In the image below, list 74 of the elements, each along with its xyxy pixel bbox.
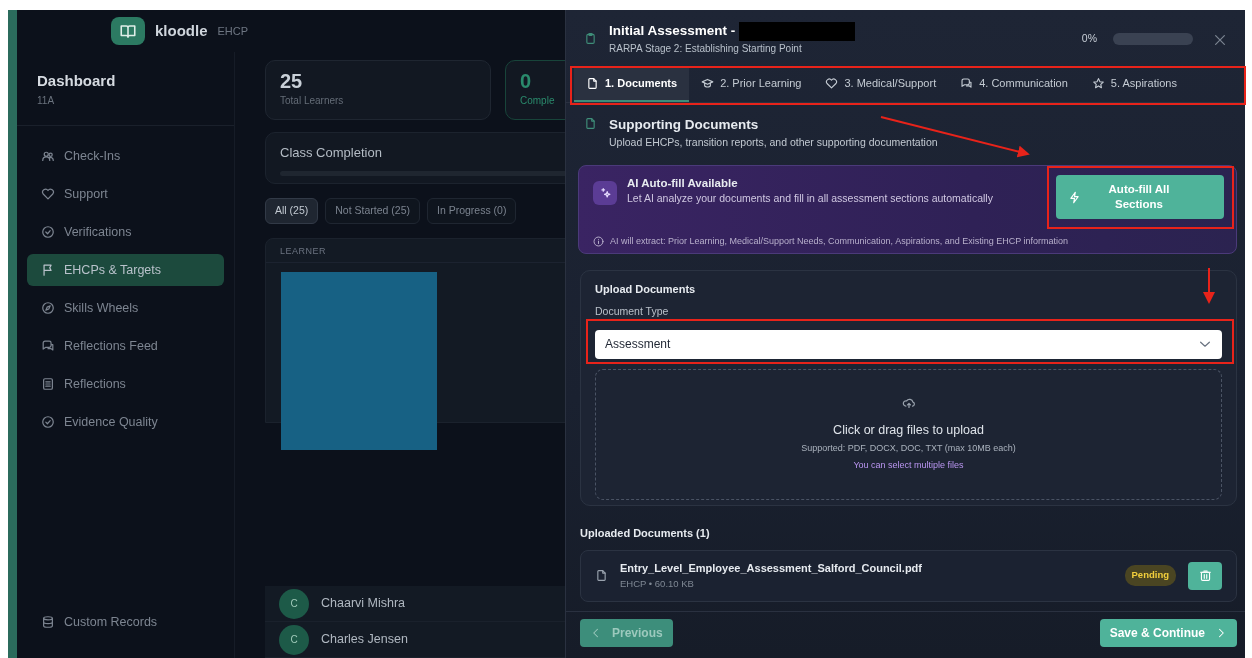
lightning-icon	[1068, 190, 1081, 204]
trash-icon	[1198, 569, 1212, 582]
file-name: Entry_Level_Employee_Assessment_Salford_Council.pdf	[620, 561, 922, 577]
book-icon	[119, 22, 137, 40]
heart-icon	[41, 187, 55, 201]
drop-hint: You can select multiple files	[853, 458, 964, 472]
modal-title: Initial Assessment -	[609, 22, 736, 38]
graduation-cap-icon	[701, 77, 715, 90]
learner-name: Chaarvi Mishra	[321, 595, 406, 613]
modal-subtitle: RARPA Stage 2: Establishing Starting Point	[609, 42, 803, 57]
status-badge: Pending	[1124, 565, 1176, 586]
field-label: Document Type	[595, 304, 669, 317]
avatar: C	[279, 624, 309, 655]
sidebar-item[interactable]: Custom Records	[27, 606, 224, 638]
sidebar-item[interactable]: Verifications	[27, 216, 224, 248]
compass-icon	[41, 301, 55, 315]
close-icon[interactable]	[1213, 32, 1227, 47]
check-circle-icon	[41, 415, 55, 429]
class-label: 11A	[37, 93, 56, 108]
sidebar-title: Dashboard	[37, 71, 117, 91]
tab[interactable]: 3. Medical/Support	[813, 67, 949, 102]
sidebar-item[interactable]: Skills Wheels	[27, 292, 224, 324]
stat-label: Comple	[520, 94, 556, 108]
supported-formats: Supported: PDF, DOCX, DOC, TXT (max 10MB each)	[801, 442, 1016, 456]
tab[interactable]: 5. Aspirations	[1079, 67, 1189, 102]
section-description: Upload EHCPs, transition reports, and other supporting documentation	[609, 135, 938, 151]
stat-value: 0	[520, 69, 533, 93]
upload-title: Upload Documents	[595, 282, 697, 297]
file-icon	[595, 569, 608, 582]
flag-icon	[41, 263, 55, 277]
filter-button[interactable]: Not Started (25)	[325, 198, 420, 224]
tab[interactable]: 4. Communication	[948, 67, 1080, 102]
learner-name: Charles Jensen	[321, 631, 408, 649]
stat-label: Total Learners	[280, 94, 345, 108]
clipboard-icon	[584, 32, 597, 45]
annotation-arrow	[1203, 267, 1215, 304]
product-label: EHCP	[217, 23, 249, 39]
card-title: Class Completion	[280, 144, 383, 162]
sidebar-item[interactable]: Evidence Quality	[27, 406, 224, 438]
drop-title: Click or drag files to upload	[833, 421, 984, 439]
sidebar-item[interactable]: EHCPs & Targets	[27, 254, 224, 286]
avatar: C	[279, 588, 309, 619]
ai-title: AI Auto-fill Available	[627, 176, 739, 191]
sidebar-item[interactable]: Reflections	[27, 368, 224, 400]
brand-name: kloodle	[155, 20, 208, 41]
stat-value: 25	[280, 69, 304, 93]
sidebar-item[interactable]: Reflections Feed	[27, 330, 224, 362]
document-list-icon	[41, 377, 55, 391]
drop-zone[interactable]: Click or drag files to upload Supported: PDF, DOCX, DOC, TXT (max 10MB each) You can select multiple files	[595, 368, 1222, 500]
chat-icon	[41, 339, 55, 353]
sparkle-icon	[598, 186, 612, 200]
filter-button[interactable]: In Progress (0)	[426, 198, 517, 224]
tab[interactable]: 2. Prior Learning	[689, 67, 814, 102]
progress-text: 0%	[1081, 30, 1097, 46]
check-circle-icon	[41, 225, 55, 239]
delete-button[interactable]	[1188, 561, 1222, 590]
tab[interactable]: 1. Documents	[574, 67, 690, 102]
heart-icon	[825, 77, 839, 90]
database-icon	[41, 615, 55, 629]
ai-description: Let AI analyze your documents and fill in all assessment sections automatically	[627, 192, 994, 206]
people-icon	[41, 149, 55, 163]
document-icon	[584, 117, 597, 130]
document-icon	[586, 77, 599, 90]
sidebar-item[interactable]: Support	[27, 178, 224, 210]
ai-note: AI will extract: Prior Learning, Medical/Support Needs, Communication, Aspirations, and Existing EHCP information	[610, 234, 1069, 248]
sidebar-item[interactable]: Check-Ins	[27, 140, 224, 172]
info-icon	[593, 235, 604, 247]
file-meta: EHCP • 60.10 KB	[620, 576, 695, 591]
chat-icon	[960, 77, 974, 90]
filter-button[interactable]: All (25)	[265, 198, 319, 224]
document-type-select[interactable]: Assessment	[595, 329, 1222, 359]
section-title: Supporting Documents	[609, 116, 760, 134]
uploaded-title: Uploaded Documents (1)	[580, 526, 711, 541]
star-icon	[1091, 77, 1105, 90]
